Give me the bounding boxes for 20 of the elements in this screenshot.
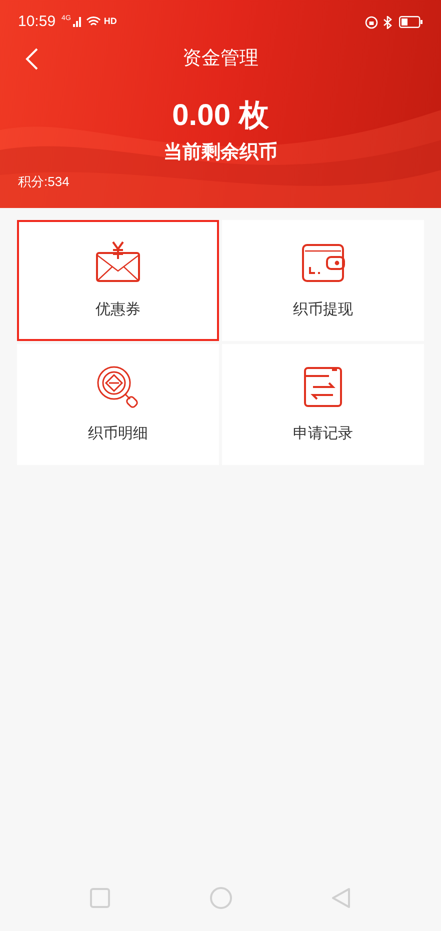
triangle-icon: [331, 887, 351, 909]
menu-tile[interactable]: 优惠券: [17, 220, 219, 341]
lock-rotation-icon: [365, 16, 378, 28]
home-button[interactable]: [210, 887, 232, 909]
coin-caption: 当前剩余织币: [164, 140, 278, 165]
bluetooth-icon: [383, 16, 393, 28]
battery-icon: [399, 16, 423, 28]
back-icon: [25, 48, 39, 70]
hd-label: HD: [104, 15, 117, 28]
menu-tile[interactable]: 织币明细: [17, 344, 219, 465]
back-nav-button[interactable]: [331, 887, 351, 909]
menu-tile[interactable]: 申请记录: [222, 344, 424, 465]
page-title: 资金管理: [182, 46, 258, 71]
points-label: 积分:534: [18, 172, 70, 190]
recents-button[interactable]: [90, 888, 110, 908]
coin-amount: 0.00 枚: [172, 98, 269, 134]
menu-tile[interactable]: 织币提现: [222, 220, 424, 341]
wifi-icon: [86, 16, 101, 28]
signal-icon: [72, 17, 82, 27]
status-time: 10:59: [18, 12, 56, 32]
